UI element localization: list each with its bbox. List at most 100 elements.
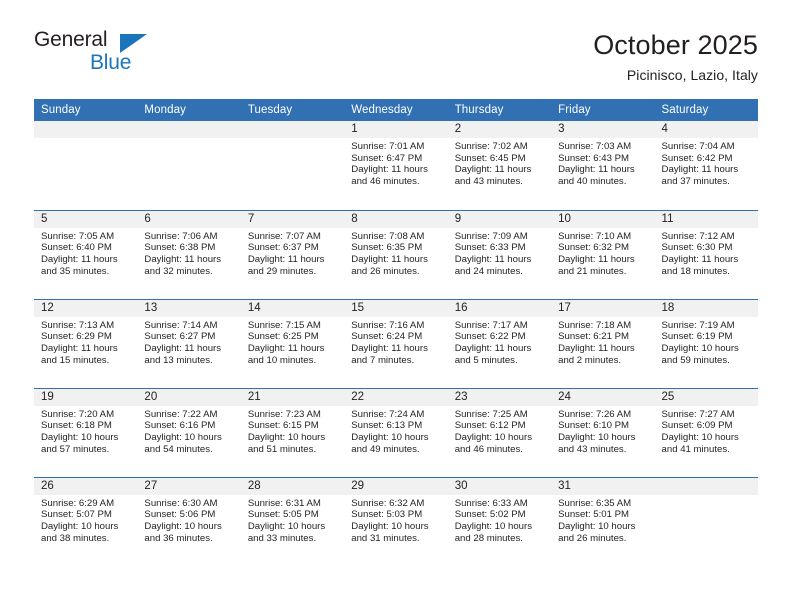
day-number: 29 [344,477,448,495]
page-header: General Blue October 2025 Picinisco, Laz… [0,0,792,83]
day-cell[interactable]: 8 Sunrise: 7:08 AM Sunset: 6:35 PM Dayli… [344,209,448,300]
day-cell[interactable]: 5 Sunrise: 7:05 AM Sunset: 6:40 PM Dayli… [34,209,138,300]
sunset-text: Sunset: 5:02 PM [454,509,526,521]
sunset-text: Sunset: 6:25 PM [247,331,319,343]
day-number: 18 [654,299,758,317]
daylight-text-line2: and 40 minutes. [558,176,627,188]
day-cell[interactable]: 21 Sunrise: 7:23 AM Sunset: 6:15 PM Dayl… [240,387,345,478]
day-info: Sunrise: 7:06 AM Sunset: 6:38 PM Dayligh… [137,228,240,277]
day-info: Sunrise: 7:16 AM Sunset: 6:24 PM Dayligh… [344,317,447,366]
day-cell[interactable]: 7 Sunrise: 7:07 AM Sunset: 6:37 PM Dayli… [240,209,345,300]
day-cell[interactable] [240,121,345,210]
daylight-text-line1: Daylight: 10 hours [661,342,739,354]
day-number: 6 [137,210,241,228]
day-cell[interactable]: 28 Sunrise: 6:31 AM Sunset: 5:05 PM Dayl… [240,476,345,567]
weekday-header-monday: Monday [137,99,241,122]
day-cell[interactable]: 22 Sunrise: 7:24 AM Sunset: 6:13 PM Dayl… [344,387,448,478]
day-info: Sunrise: 7:19 AM Sunset: 6:19 PM Dayligh… [655,317,758,366]
sunset-text: Sunset: 6:33 PM [454,242,526,254]
day-number: 8 [344,210,448,228]
day-info [241,138,344,141]
daylight-text-line2: and 33 minutes. [247,532,317,544]
sunrise-text: Sunrise: 7:23 AM [247,408,321,420]
sunset-text: Sunset: 6:43 PM [558,152,630,164]
weekday-header-sunday: Sunday [34,99,138,122]
daylight-text-line1: Daylight: 11 hours [41,253,118,265]
day-cell[interactable]: 4 Sunrise: 7:04 AM Sunset: 6:42 PM Dayli… [654,121,758,210]
day-info: Sunrise: 6:35 AM Sunset: 5:01 PM Dayligh… [551,495,654,544]
sunset-text: Sunset: 6:19 PM [661,331,733,343]
day-cell[interactable]: 18 Sunrise: 7:19 AM Sunset: 6:19 PM Dayl… [654,298,758,389]
daylight-text-line2: and 49 minutes. [351,443,420,455]
daylight-text-line1: Daylight: 11 hours [558,253,635,265]
week-row: 12 Sunrise: 7:13 AM Sunset: 6:29 PM Dayl… [34,298,758,389]
daylight-text-line2: and 29 minutes. [247,265,317,277]
day-number: 26 [34,477,138,495]
daylight-text-line2: and 5 minutes. [454,354,518,366]
daylight-text-line2: and 54 minutes. [144,443,213,455]
daylight-text-line1: Daylight: 11 hours [558,342,635,354]
day-cell[interactable]: 19 Sunrise: 7:20 AM Sunset: 6:18 PM Dayl… [34,387,138,478]
day-cell[interactable]: 17 Sunrise: 7:18 AM Sunset: 6:21 PM Dayl… [551,298,655,389]
day-cell[interactable]: 27 Sunrise: 6:30 AM Sunset: 5:06 PM Dayl… [137,476,241,567]
day-cell[interactable]: 20 Sunrise: 7:22 AM Sunset: 6:16 PM Dayl… [137,387,241,478]
day-cell[interactable]: 30 Sunrise: 6:33 AM Sunset: 5:02 PM Dayl… [447,476,552,567]
daylight-text-line2: and 57 minutes. [41,443,110,455]
day-info: Sunrise: 7:17 AM Sunset: 6:22 PM Dayligh… [448,317,551,366]
day-number [240,121,345,139]
day-cell[interactable]: 31 Sunrise: 6:35 AM Sunset: 5:01 PM Dayl… [551,476,655,567]
daylight-text-line1: Daylight: 10 hours [247,431,326,443]
sunset-text: Sunset: 6:24 PM [351,331,423,343]
sunset-text: Sunset: 6:29 PM [41,331,112,343]
calendar-page: General Blue October 2025 Picinisco, Laz… [0,0,792,612]
day-number [137,121,241,139]
day-cell[interactable]: 16 Sunrise: 7:17 AM Sunset: 6:22 PM Dayl… [447,298,552,389]
day-cell[interactable]: 14 Sunrise: 7:15 AM Sunset: 6:25 PM Dayl… [240,298,345,389]
sunrise-text: Sunrise: 6:33 AM [454,497,528,509]
day-cell[interactable] [34,121,138,210]
day-cell[interactable]: 1 Sunrise: 7:01 AM Sunset: 6:47 PM Dayli… [344,121,448,210]
daylight-text-line2: and 36 minutes. [144,532,213,544]
day-info: Sunrise: 7:09 AM Sunset: 6:33 PM Dayligh… [448,228,551,277]
sunset-text: Sunset: 5:05 PM [247,509,319,521]
day-cell[interactable]: 24 Sunrise: 7:26 AM Sunset: 6:10 PM Dayl… [551,387,655,478]
daylight-text-line1: Daylight: 11 hours [558,164,635,176]
daylight-text-line1: Daylight: 11 hours [351,253,428,265]
day-info: Sunrise: 6:29 AM Sunset: 5:07 PM Dayligh… [34,495,137,544]
logo-text-general: General [34,28,108,51]
day-cell[interactable]: 15 Sunrise: 7:16 AM Sunset: 6:24 PM Dayl… [344,298,448,389]
day-cell[interactable]: 26 Sunrise: 6:29 AM Sunset: 5:07 PM Dayl… [34,476,138,567]
day-info: Sunrise: 7:15 AM Sunset: 6:25 PM Dayligh… [241,317,344,366]
sunset-text: Sunset: 6:38 PM [144,242,216,254]
day-cell[interactable]: 12 Sunrise: 7:13 AM Sunset: 6:29 PM Dayl… [34,298,138,389]
sunset-text: Sunset: 6:10 PM [558,420,630,432]
day-cell[interactable]: 23 Sunrise: 7:25 AM Sunset: 6:12 PM Dayl… [447,387,552,478]
day-cell[interactable]: 29 Sunrise: 6:32 AM Sunset: 5:03 PM Dayl… [344,476,448,567]
day-number: 9 [447,210,552,228]
day-cell[interactable]: 9 Sunrise: 7:09 AM Sunset: 6:33 PM Dayli… [447,209,552,300]
day-info: Sunrise: 7:18 AM Sunset: 6:21 PM Dayligh… [551,317,654,366]
day-cell[interactable]: 3 Sunrise: 7:03 AM Sunset: 6:43 PM Dayli… [551,121,655,210]
daylight-text-line2: and 32 minutes. [144,265,213,277]
day-info: Sunrise: 7:22 AM Sunset: 6:16 PM Dayligh… [137,406,240,455]
sunrise-text: Sunrise: 7:08 AM [351,230,425,242]
day-cell[interactable] [654,476,758,567]
sunrise-text: Sunrise: 7:03 AM [558,141,632,153]
daylight-text-line1: Daylight: 11 hours [144,342,222,354]
day-cell[interactable]: 13 Sunrise: 7:14 AM Sunset: 6:27 PM Dayl… [137,298,241,389]
day-cell[interactable]: 10 Sunrise: 7:10 AM Sunset: 6:32 PM Dayl… [551,209,655,300]
sunset-text: Sunset: 5:01 PM [558,509,630,521]
day-cell[interactable]: 25 Sunrise: 7:27 AM Sunset: 6:09 PM Dayl… [654,387,758,478]
daylight-text-line2: and 59 minutes. [661,354,730,366]
day-info: Sunrise: 7:24 AM Sunset: 6:13 PM Dayligh… [344,406,447,455]
daylight-text-line2: and 41 minutes. [661,443,730,455]
day-cell[interactable]: 6 Sunrise: 7:06 AM Sunset: 6:38 PM Dayli… [137,209,241,300]
day-cell[interactable]: 11 Sunrise: 7:12 AM Sunset: 6:30 PM Dayl… [654,209,758,300]
sunrise-text: Sunrise: 7:15 AM [247,319,321,331]
sunrise-text: Sunrise: 7:22 AM [144,408,218,420]
day-info: Sunrise: 7:05 AM Sunset: 6:40 PM Dayligh… [34,228,137,277]
sunrise-text: Sunrise: 7:07 AM [247,230,321,242]
day-cell[interactable]: 2 Sunrise: 7:02 AM Sunset: 6:45 PM Dayli… [447,121,552,210]
daylight-text-line1: Daylight: 11 hours [144,253,222,265]
day-cell[interactable] [137,121,241,210]
